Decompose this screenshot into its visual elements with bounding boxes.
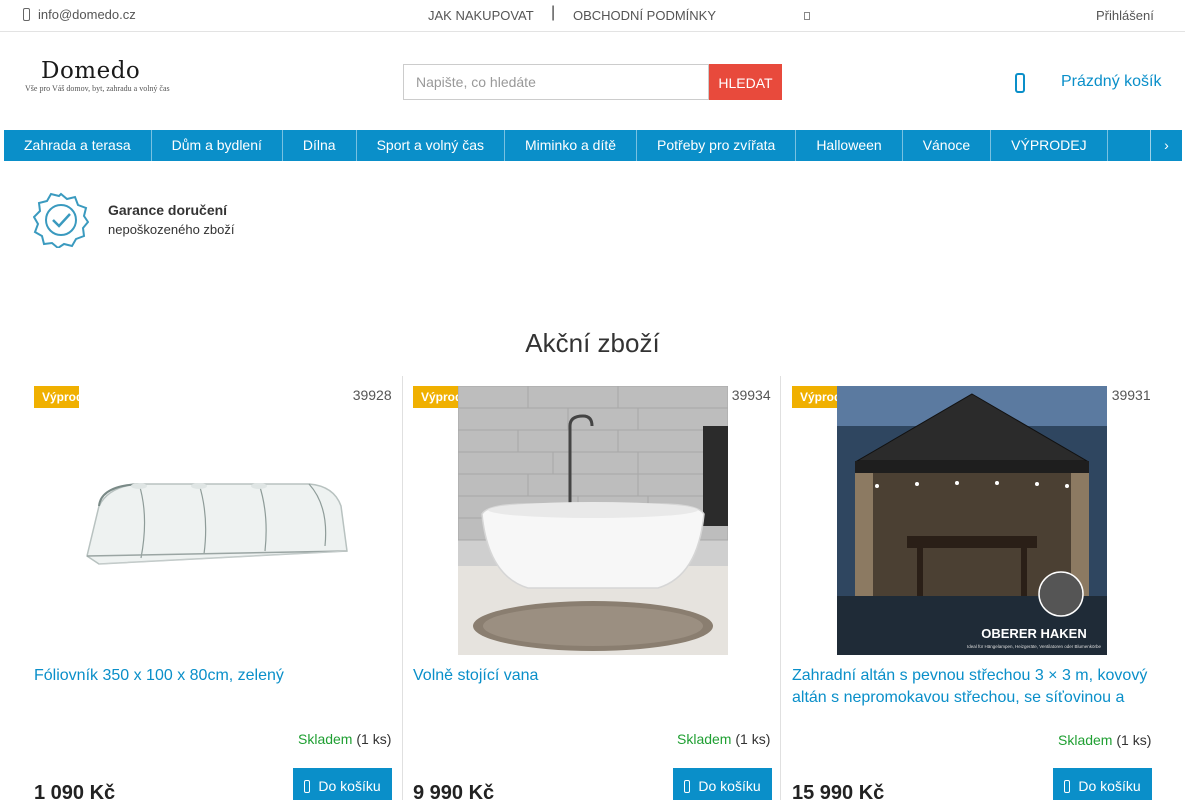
top-bar: info@domedo.cz JAK NAKUPOVAT | OBCHODNÍ … (0, 0, 1185, 32)
garden-gazebo-image: OBERER HAKEN Ideal für Hängelampen, Heiz… (837, 386, 1107, 655)
add-to-cart-label: Do košíku (1078, 778, 1141, 794)
phone-icon (23, 8, 30, 21)
add-to-cart-button[interactable]: Do košíku (673, 768, 772, 800)
add-to-cart-button[interactable]: Do košíku (1053, 768, 1152, 800)
add-to-cart-label: Do košíku (318, 778, 381, 794)
category-pets[interactable]: Potřeby pro zvířata (637, 130, 797, 161)
section-title: Akční zboží (525, 328, 660, 358)
stock-quantity: (1 ks) (356, 731, 392, 747)
chevron-right-icon[interactable]: › (1150, 130, 1182, 161)
category-nav: Zahrada a terasa Dům a bydlení Dílna Spo… (4, 130, 1182, 161)
image-caption: OBERER HAKEN (981, 626, 1086, 641)
stock-quantity: (1 ks) (1116, 732, 1152, 748)
search-input[interactable] (403, 64, 709, 100)
login-link[interactable]: Přihlášení (1096, 8, 1154, 23)
cart-icon (1064, 779, 1071, 793)
cart-icon (684, 779, 691, 793)
add-to-cart-label: Do košíku (698, 778, 761, 794)
product-image[interactable]: OBERER HAKEN Ideal für Hängelampen, Heiz… (837, 386, 1107, 655)
product-price: 9 990 Kč (413, 782, 495, 800)
logo[interactable]: Domedo Vše pro Váš domov, byt, zahradu a… (24, 58, 174, 98)
stock-status: Skladem (677, 731, 732, 747)
nav-how-to-buy[interactable]: JAK NAKUPOVAT (428, 8, 534, 23)
guarantee-title: Garance doručení (108, 202, 228, 218)
category-home[interactable]: Dům a bydlení (152, 130, 283, 161)
email-text: info@domedo.cz (38, 7, 136, 22)
category-sale[interactable]: VÝPRODEJ (991, 130, 1108, 161)
language-icon[interactable] (804, 12, 810, 20)
category-garden[interactable]: Zahrada a terasa (4, 130, 152, 161)
contact-email[interactable]: info@domedo.cz (23, 7, 136, 22)
cart-label[interactable]: Prázdný košík (1061, 73, 1161, 91)
stock-info: Skladem (1 ks) (677, 731, 770, 747)
logo-tagline: Vše pro Váš domov, byt, zahradu a volný … (25, 84, 170, 93)
product-card: Výprodej Kód: 39934 Volně stojící vana S (402, 376, 781, 800)
product-name[interactable]: Volně stojící vana (413, 665, 773, 687)
cart-icon (304, 779, 311, 793)
nav-terms[interactable]: OBCHODNÍ PODMÍNKY (573, 8, 716, 23)
cart-icon[interactable] (1015, 73, 1025, 93)
freestanding-bathtub-image (458, 386, 728, 655)
logo-name: Domedo (41, 58, 141, 84)
guarantee-subtitle: nepoškozeného zboží (108, 222, 235, 237)
category-baby[interactable]: Miminko a dítě (505, 130, 638, 161)
search-bar: HLEDAT (403, 64, 782, 100)
category-sport[interactable]: Sport a volný čas (357, 130, 505, 161)
guarantee-badge-icon (33, 192, 89, 248)
stock-status: Skladem (1058, 732, 1113, 748)
product-name[interactable]: Fóliovník 350 x 100 x 80cm, zelený (34, 665, 394, 687)
stock-quantity: (1 ks) (735, 731, 771, 747)
stock-status: Skladem (298, 731, 353, 747)
product-image[interactable] (79, 386, 349, 655)
greenhouse-tunnel-image (79, 386, 349, 655)
search-button[interactable]: HLEDAT (709, 64, 782, 100)
product-card: Výprodej Kód: 39928 Fóliovník 350 x 100 … (24, 376, 403, 800)
image-subcaption: Ideal für Hängelampen, Heizgeräte, Venti… (967, 644, 1102, 649)
product-image[interactable] (458, 386, 728, 655)
product-price: 1 090 Kč (34, 782, 116, 800)
nav-separator: | (551, 4, 556, 21)
product-card: Výprodej Kód: 39931 OBERER HAKEN Ideal f… (782, 376, 1161, 800)
category-workshop[interactable]: Dílna (283, 130, 357, 161)
stock-info: Skladem (1 ks) (1058, 732, 1151, 748)
product-name[interactable]: Zahradní altán s pevnou střechou 3 × 3 m… (792, 665, 1154, 709)
add-to-cart-button[interactable]: Do košíku (293, 768, 392, 800)
category-halloween[interactable]: Halloween (796, 130, 903, 161)
stock-info: Skladem (1 ks) (298, 731, 391, 747)
category-christmas[interactable]: Vánoce (903, 130, 992, 161)
product-price: 15 990 Kč (792, 782, 885, 800)
